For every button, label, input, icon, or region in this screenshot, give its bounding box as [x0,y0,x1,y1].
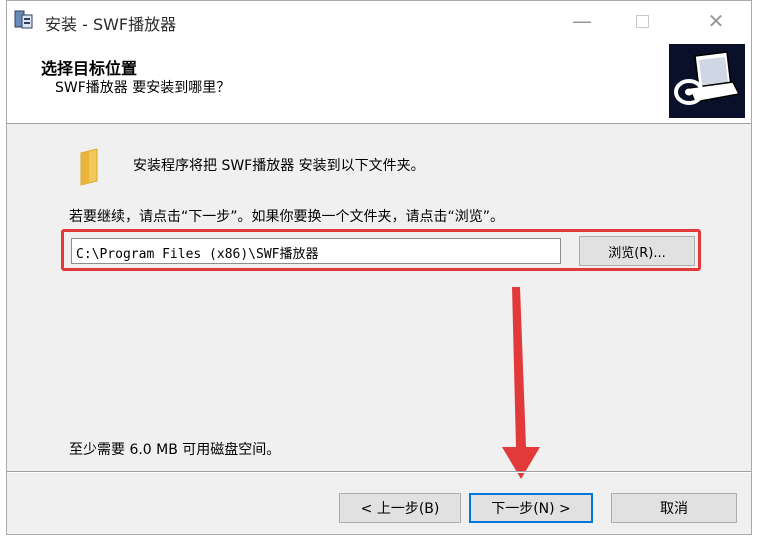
installer-window: 安装 - SWF播放器 — ✕ 选择目标位置 SWF播放器 要安装到哪里？ 安装… [6,0,752,535]
back-button[interactable]: < 上一步(B) [339,493,461,523]
cancel-button[interactable]: 取消 [611,493,737,523]
next-button[interactable]: 下一步(N) > [469,493,593,523]
footer-divider [7,471,751,473]
disk-space-text: 至少需要 6.0 MB 可用磁盘空间。 [69,442,281,458]
